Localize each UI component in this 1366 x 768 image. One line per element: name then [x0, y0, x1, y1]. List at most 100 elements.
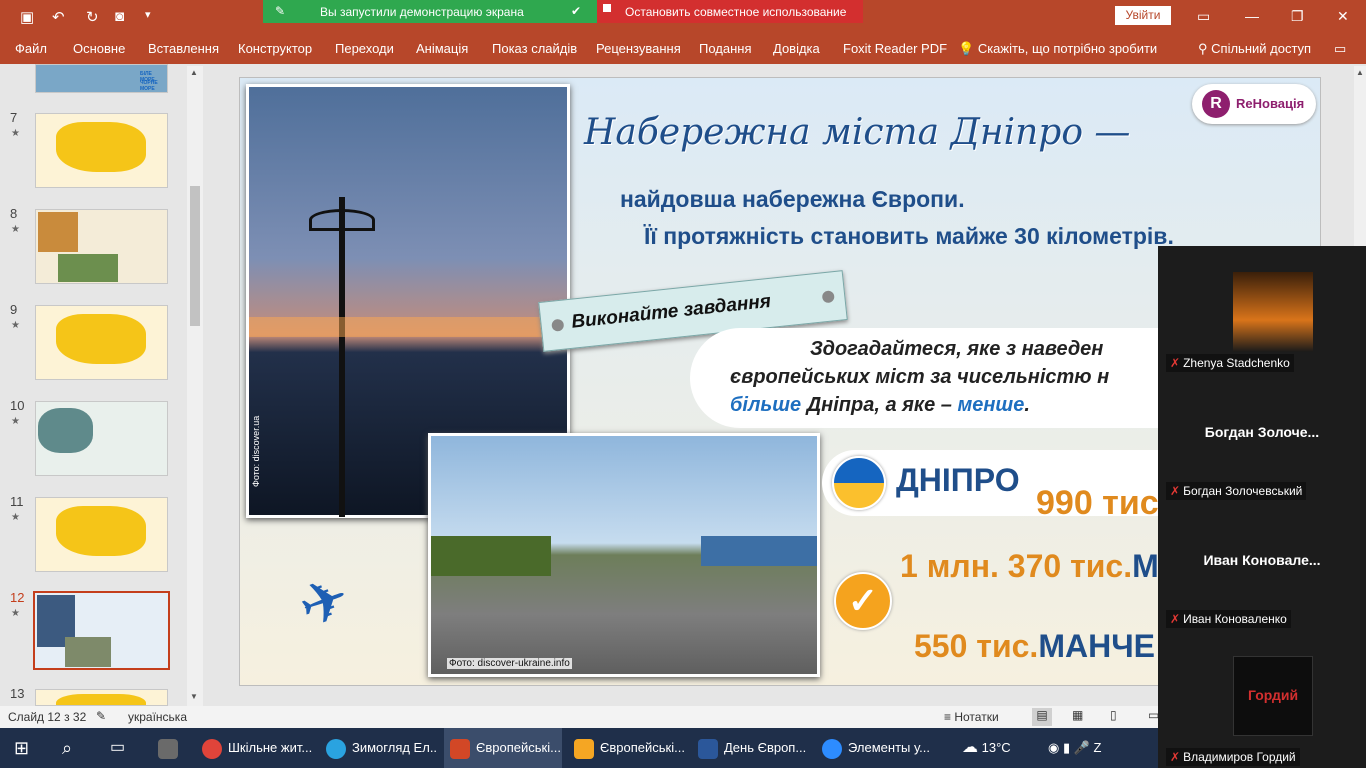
tab-transitions[interactable]: Переходи	[335, 41, 394, 56]
tab-design[interactable]: Конструктор	[238, 41, 312, 56]
search-icon[interactable]: ⌕	[62, 728, 72, 768]
task-view-icon[interactable]: ▭	[110, 728, 125, 768]
slide-number: 9	[10, 302, 18, 317]
tab-review[interactable]: Рецензування	[596, 41, 681, 56]
participant-name: Иван Коноваленко	[1183, 612, 1287, 626]
animation-star-icon: ★	[11, 320, 20, 331]
less-word: менше	[957, 394, 1025, 416]
zoom-icon	[822, 738, 842, 759]
taskbar-chrome[interactable]: Шкільне жит...	[202, 728, 314, 768]
participant-tile[interactable]: Гордий ✗ Владимиров Гордий	[1158, 640, 1366, 768]
minimize-icon[interactable]: —	[1245, 8, 1259, 24]
ukraine-map-shape	[56, 506, 146, 556]
undo-icon[interactable]: ↶	[52, 8, 65, 26]
tell-me-search[interactable]: 💡 Скажіть, що потрібно зробити	[958, 41, 1157, 57]
participant-tile[interactable]: ✗ Zhenya Stadchenko	[1158, 246, 1366, 374]
slide-number: 7	[10, 110, 18, 125]
scroll-up-icon[interactable]: ▲	[190, 68, 198, 77]
thumb-photo	[38, 408, 93, 453]
thumb-photo	[65, 637, 111, 667]
word-icon	[698, 738, 718, 759]
tab-help[interactable]: Довідка	[773, 41, 820, 56]
checkmark-icon: ✓	[834, 572, 892, 630]
notes-button[interactable]: ≡ Нотатки	[944, 710, 999, 724]
spellcheck-icon[interactable]: ✎	[96, 709, 106, 723]
redo-icon[interactable]: ↻	[86, 8, 99, 26]
close-icon[interactable]: ✕	[1337, 8, 1349, 25]
taskbar-powerpoint[interactable]: Європейські...	[444, 728, 562, 768]
thumbnail-slide-7[interactable]	[35, 113, 168, 188]
question-mid: Дніпра, а яке –	[801, 394, 952, 416]
powerpoint-icon	[450, 738, 470, 759]
thumbnail-slide-11[interactable]	[35, 497, 168, 572]
restore-icon[interactable]: ❐	[1291, 8, 1304, 25]
participant-tile[interactable]: Богдан Золоче... ✗ Богдан Золочевський	[1158, 374, 1366, 502]
tab-home[interactable]: Основне	[73, 41, 125, 56]
share-button[interactable]: ⚲ Спільний доступ	[1198, 41, 1311, 57]
population-value: 550 тис.МАНЧЕ	[914, 628, 1155, 665]
ukraine-map-shape	[56, 122, 146, 172]
calculator-icon[interactable]	[158, 728, 184, 768]
participant-avatar: Гордий	[1233, 656, 1313, 736]
ukraine-map-shape	[56, 314, 146, 364]
animation-star-icon: ★	[11, 224, 20, 235]
taskbar-foxit[interactable]: Європейські...	[574, 728, 686, 768]
ribbon-display-icon[interactable]: ▭	[1197, 8, 1210, 25]
animation-star-icon: ★	[11, 128, 20, 139]
logo-mark-icon: R	[1202, 90, 1230, 118]
embankment-day-photo: Фото: discover-ukraine.info	[428, 433, 820, 677]
cloud-icon: ☁	[962, 739, 978, 756]
thumbnail-slide-13[interactable]	[35, 689, 168, 706]
stop-sharing-button[interactable]: Остановить совместное использование	[597, 0, 863, 23]
scroll-down-icon[interactable]: ▼	[190, 692, 198, 701]
taskbar-word[interactable]: День Європ...	[698, 728, 810, 768]
tag-pin-icon	[551, 318, 565, 332]
language-indicator[interactable]: українська	[128, 710, 187, 724]
slide-subtitle: Її протяжність становить майже 30 кіломе…	[644, 223, 1174, 249]
zoom-participants-panel: ✗ Zhenya Stadchenko Богдан Золоче... ✗ Бог…	[1158, 246, 1366, 768]
tray-icons[interactable]: ◉ ▮ 🎤 Z	[1048, 728, 1101, 768]
tab-view[interactable]: Подання	[699, 41, 752, 56]
question-dot: .	[1024, 394, 1030, 416]
thumbnail-slide-8[interactable]	[35, 209, 168, 284]
tab-slideshow[interactable]: Показ слайдів	[492, 41, 577, 56]
scrollbar-thumb[interactable]	[190, 186, 200, 326]
customize-icon[interactable]: ▾	[145, 8, 151, 21]
slide-number: 12	[10, 590, 25, 605]
present-icon[interactable]: ◙	[115, 8, 124, 25]
thumbnail-slide-9[interactable]	[35, 305, 168, 380]
thumbnail-slide-6[interactable]: БІЛЕ МОРЕ ЧОРНЕ МОРЕ	[35, 64, 168, 93]
save-icon[interactable]: ▣	[20, 8, 34, 26]
participant-name-tag: ✗ Иван Коноваленко	[1166, 610, 1291, 628]
comments-icon[interactable]: ▭	[1334, 41, 1346, 57]
taskbar-telegram[interactable]: Зимогляд Ел...	[326, 728, 438, 768]
weather-widget[interactable]: ☁ 13°C	[962, 728, 1011, 768]
participant-name-tag: ✗ Богдан Золочевський	[1166, 482, 1307, 500]
slide-number: 11	[10, 494, 24, 509]
title-bar: ▣ ↶ ↻ ◙ ▾ ✎ Вы запустили демонстрацию эк…	[0, 0, 1366, 34]
scroll-up-icon[interactable]: ▲	[1356, 68, 1364, 77]
reading-view-icon[interactable]: ▯	[1110, 708, 1117, 722]
thumbnail-slide-12-selected[interactable]	[33, 591, 170, 670]
city-name: М	[1132, 548, 1159, 584]
participant-tile[interactable]: Иван Коновале... ✗ Иван Коноваленко	[1158, 502, 1366, 630]
taskbar-label: Элементы у...	[848, 740, 931, 755]
sharing-status-text: Вы запустили демонстрацию экрана	[320, 5, 524, 19]
windows-start-icon[interactable]: ⊞	[14, 728, 29, 768]
tab-insert[interactable]: Вставлення	[148, 41, 219, 56]
canvas-scrollbar[interactable]: ▲	[1354, 66, 1366, 246]
taskbar-zoom[interactable]: Элементы у...	[822, 728, 934, 768]
tab-file[interactable]: Файл	[15, 41, 47, 56]
sign-in-button[interactable]: Увійти	[1115, 6, 1171, 25]
tab-foxit[interactable]: Foxit Reader PDF	[843, 41, 947, 56]
chrome-icon	[202, 738, 222, 759]
shield-check-icon: ✔	[571, 4, 582, 18]
normal-view-icon[interactable]: ▤	[1032, 708, 1052, 726]
lightbulb-icon: 💡	[958, 41, 975, 56]
slide-sorter-icon[interactable]: ▦	[1072, 708, 1083, 722]
tab-animations[interactable]: Анімація	[416, 41, 468, 56]
thumbnails-scrollbar[interactable]: ▲ ▼	[187, 66, 203, 706]
thumbnail-slide-10[interactable]	[35, 401, 168, 476]
taskbar-label: Шкільне жит...	[228, 740, 313, 755]
airplane-icon: ✈	[290, 563, 359, 642]
